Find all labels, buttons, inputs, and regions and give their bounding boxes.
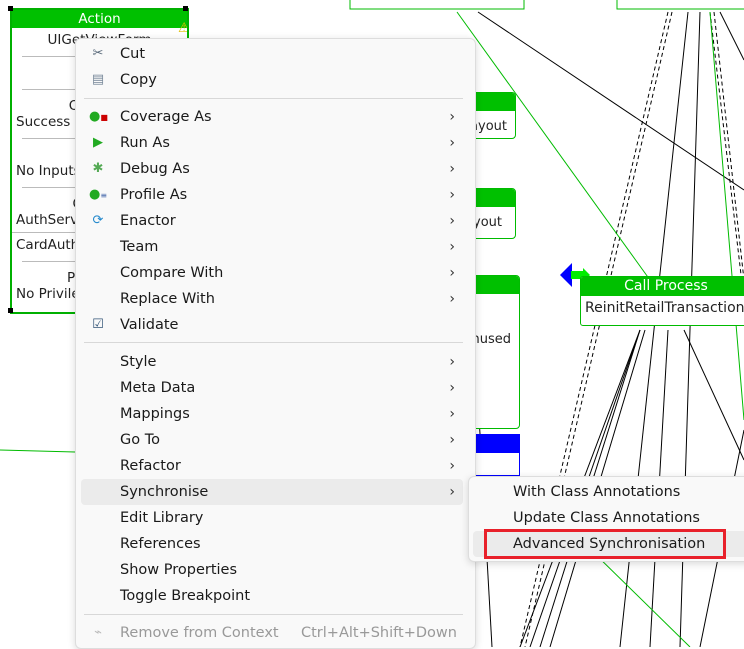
copy-icon: ▤ xyxy=(91,72,105,87)
chevron-right-icon: › xyxy=(449,484,455,500)
chevron-right-icon: › xyxy=(449,187,455,203)
submenu-item-update-class-annotations[interactable]: Update Class Annotations xyxy=(473,505,744,531)
warning-icon: ⚠ xyxy=(178,20,189,36)
coverage-icon: ●■ xyxy=(89,109,108,124)
call-process-value: ReinitRetailTransaction:... xyxy=(585,300,744,316)
menu-item-go-to[interactable]: Go To › xyxy=(81,427,463,453)
shortcut-label: Ctrl+Alt+Shift+Down xyxy=(301,625,457,641)
checkbox-icon: ☑ xyxy=(92,317,104,332)
submenu-item-with-class-annotations[interactable]: With Class Annotations xyxy=(473,479,744,505)
menu-item-profile-as[interactable]: ●≡ Profile As › xyxy=(81,182,463,208)
action-node-header: Action ⚠ xyxy=(12,10,187,36)
profile-icon: ●≡ xyxy=(89,187,108,202)
menu-item-enactor[interactable]: ⟳ Enactor › xyxy=(81,208,463,234)
menu-item-synchronise[interactable]: Synchronise › xyxy=(81,479,463,505)
menu-item-style[interactable]: Style › xyxy=(81,349,463,375)
menu-item-validate[interactable]: ☑ Validate xyxy=(81,312,463,338)
sync-icon: ⟳ xyxy=(92,213,104,228)
menu-item-edit-library[interactable]: Edit Library xyxy=(81,505,463,531)
call-process-title: Call Process xyxy=(581,277,744,296)
chevron-right-icon: › xyxy=(449,291,455,307)
chevron-right-icon: › xyxy=(449,213,455,229)
chevron-right-icon: › xyxy=(449,135,455,151)
scissors-icon: ✂ xyxy=(92,46,104,61)
run-icon: ▶ xyxy=(93,135,103,150)
menu-item-remove-from-context: ⌁ Remove from Context Ctrl+Alt+Shift+Down xyxy=(81,620,463,646)
menu-item-replace-with[interactable]: Replace With › xyxy=(81,286,463,312)
chevron-right-icon: › xyxy=(449,354,455,370)
menu-item-debug-as[interactable]: ✱ Debug As › xyxy=(81,156,463,182)
menu-item-compare-with[interactable]: Compare With › xyxy=(81,260,463,286)
context-menu: ✂ Cut ▤ Copy ●■ Coverage As › ▶ Run As › ✱ Debu… xyxy=(75,38,476,649)
chevron-right-icon: › xyxy=(449,432,455,448)
menu-item-meta-data[interactable]: Meta Data › xyxy=(81,375,463,401)
chevron-right-icon: › xyxy=(449,265,455,281)
menu-item-coverage-as[interactable]: ●■ Coverage As › xyxy=(81,104,463,130)
chevron-right-icon: › xyxy=(449,109,455,125)
chevron-right-icon: › xyxy=(449,458,455,474)
chevron-right-icon: › xyxy=(449,380,455,396)
remove-context-icon: ⌁ xyxy=(94,625,102,640)
menu-item-mappings[interactable]: Mappings › xyxy=(81,401,463,427)
menu-item-show-properties[interactable]: Show Properties xyxy=(81,557,463,583)
menu-item-references[interactable]: References xyxy=(81,531,463,557)
menu-item-toggle-breakpoint[interactable]: Toggle Breakpoint xyxy=(81,583,463,609)
menu-item-cut[interactable]: ✂ Cut xyxy=(81,41,463,67)
call-process-node[interactable]: Call Process ReinitRetailTransaction:... xyxy=(580,276,744,326)
chevron-right-icon: › xyxy=(449,406,455,422)
highlight-box xyxy=(484,529,726,559)
chevron-right-icon: › xyxy=(449,239,455,255)
node-label: nused xyxy=(471,332,511,347)
bug-icon: ✱ xyxy=(92,161,104,176)
chevron-right-icon: › xyxy=(449,161,455,177)
menu-item-copy[interactable]: ▤ Copy xyxy=(81,67,463,93)
menu-item-team[interactable]: Team › xyxy=(81,234,463,260)
menu-item-refactor[interactable]: Refactor › xyxy=(81,453,463,479)
menu-item-run-as[interactable]: ▶ Run As › xyxy=(81,130,463,156)
node-label: yout xyxy=(473,215,502,230)
